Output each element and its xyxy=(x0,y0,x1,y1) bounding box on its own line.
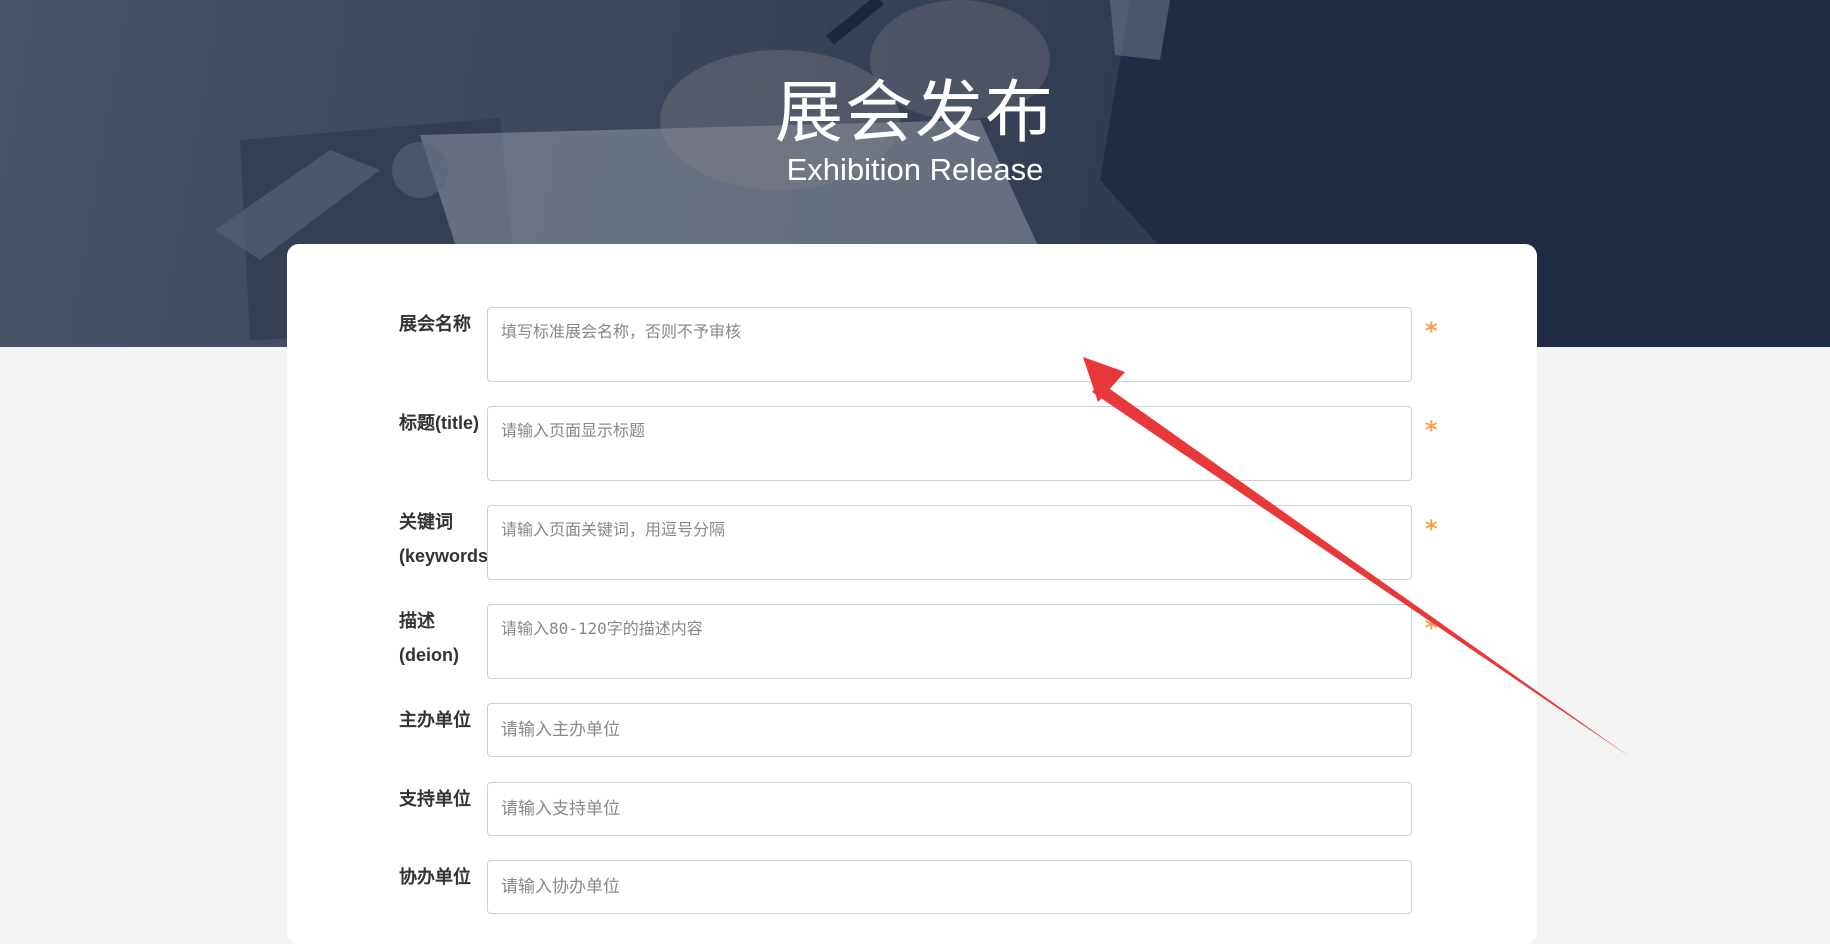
description-label: 描述(deion) xyxy=(399,611,459,665)
keywords-field[interactable] xyxy=(487,505,1412,580)
description-field[interactable] xyxy=(487,604,1412,679)
organizer-input[interactable] xyxy=(487,703,1412,757)
page-subtitle: Exhibition Release xyxy=(786,152,1044,187)
required-mark: * xyxy=(1425,317,1438,345)
exhibition-name-field[interactable] xyxy=(487,307,1412,382)
title-field[interactable] xyxy=(487,406,1412,481)
co-organizer-input[interactable] xyxy=(487,860,1412,914)
exhibition-name-label: 展会名称 xyxy=(399,314,471,334)
keywords-label: 关键词(keywords) xyxy=(399,512,495,566)
co-organizer-label: 协办单位 xyxy=(399,867,471,887)
required-mark: * xyxy=(1425,416,1438,444)
required-mark: * xyxy=(1425,614,1438,642)
title-label: 标题(title) xyxy=(399,413,479,433)
organizer-label: 主办单位 xyxy=(399,710,471,730)
page-title: 展会发布 xyxy=(774,74,1055,153)
form-card: 展会名称 * 标题(title) * 关键词(keywords) * 描述(de… xyxy=(287,244,1537,944)
required-mark: * xyxy=(1425,515,1438,543)
supporter-label: 支持单位 xyxy=(399,789,471,809)
supporter-input[interactable] xyxy=(487,782,1412,836)
